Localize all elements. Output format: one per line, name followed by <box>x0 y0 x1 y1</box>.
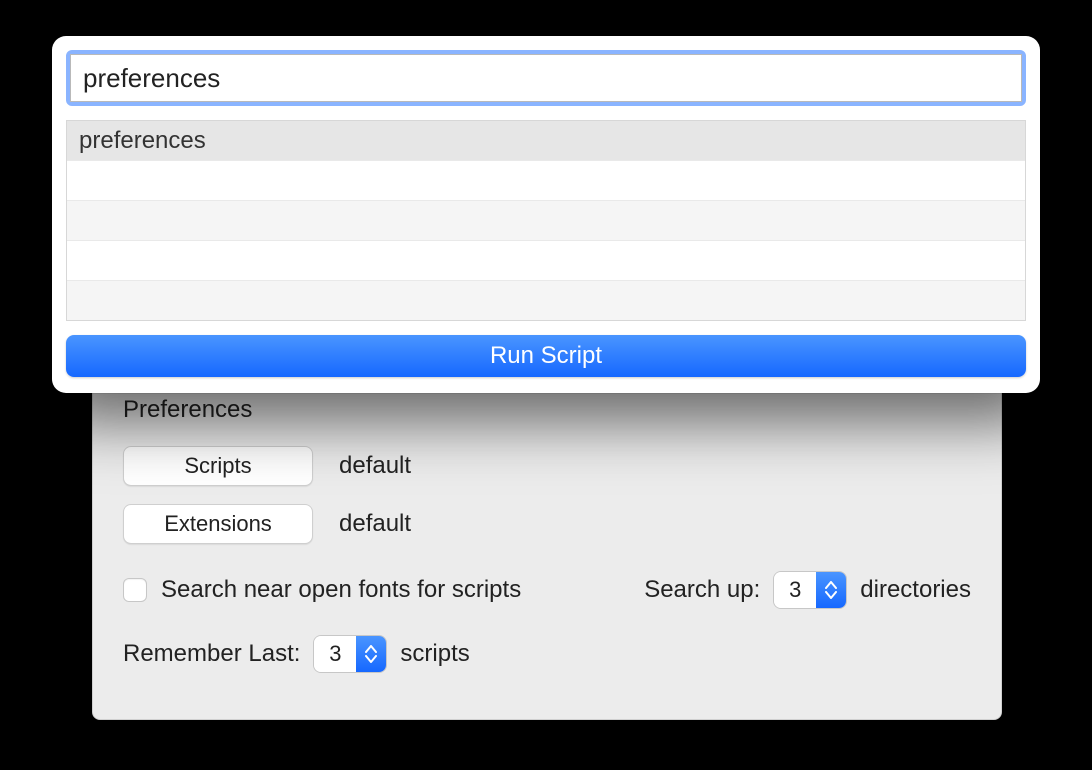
remember-label: Remember Last: <box>123 640 300 668</box>
list-item[interactable] <box>67 241 1025 281</box>
search-up-trail: directories <box>860 576 971 604</box>
remember-group: Remember Last: 3 scripts <box>123 636 470 672</box>
preferences-title: Preferences <box>123 396 971 424</box>
extensions-value: default <box>339 510 411 538</box>
extensions-row: Extensions default <box>123 504 971 544</box>
search-near-group: Search near open fonts for scripts <box>123 576 521 604</box>
remember-row: Remember Last: 3 scripts <box>123 636 971 672</box>
scripts-button[interactable]: Scripts <box>123 446 313 486</box>
search-up-stepper[interactable]: 3 <box>774 572 846 608</box>
scripts-button-label: Scripts <box>184 453 251 479</box>
scripts-value: default <box>339 452 411 480</box>
remember-stepper[interactable]: 3 <box>314 636 386 672</box>
list-item-label: preferences <box>79 127 206 155</box>
extensions-button[interactable]: Extensions <box>123 504 313 544</box>
list-item[interactable] <box>67 201 1025 241</box>
run-script-button[interactable]: Run Script <box>66 335 1026 377</box>
search-options-row: Search near open fonts for scripts Searc… <box>123 572 971 608</box>
preferences-panel: Preferences Scripts default Extensions d… <box>92 365 1002 720</box>
scripts-row: Scripts default <box>123 446 971 486</box>
search-up-group: Search up: 3 directories <box>644 572 971 608</box>
list-item[interactable]: preferences <box>67 121 1025 161</box>
remember-trail: scripts <box>400 640 469 668</box>
search-near-label: Search near open fonts for scripts <box>161 576 521 604</box>
search-focus-ring <box>66 50 1026 106</box>
search-near-checkbox[interactable] <box>123 578 147 602</box>
extensions-button-label: Extensions <box>164 511 272 537</box>
search-input[interactable] <box>70 54 1022 102</box>
stepper-arrows-icon[interactable] <box>816 572 846 608</box>
stepper-arrows-icon[interactable] <box>356 636 386 672</box>
remember-value: 3 <box>314 636 356 672</box>
run-script-label: Run Script <box>490 342 602 370</box>
list-item[interactable] <box>67 161 1025 201</box>
search-up-value: 3 <box>774 572 816 608</box>
list-item[interactable] <box>67 281 1025 321</box>
search-up-label: Search up: <box>644 576 760 604</box>
result-list: preferences <box>66 120 1026 321</box>
script-search-popover: preferences Run Script <box>52 36 1040 393</box>
